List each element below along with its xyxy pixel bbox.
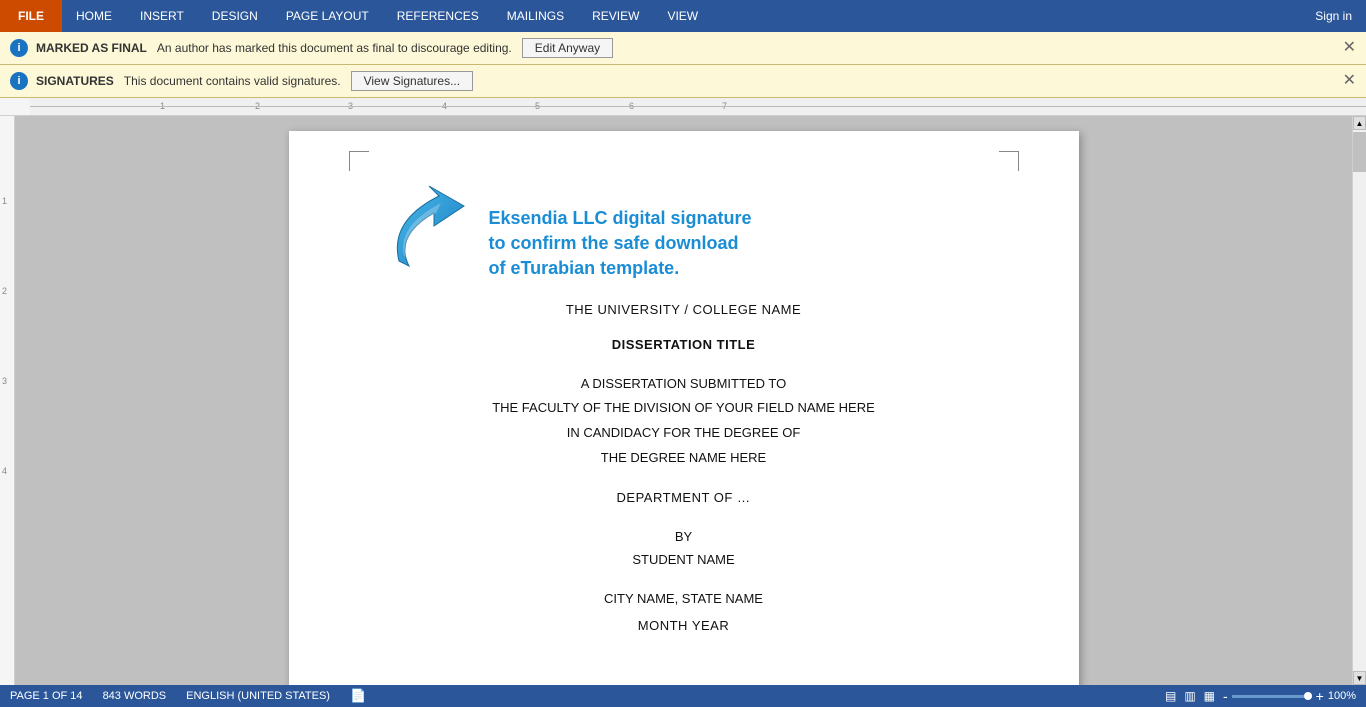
language: ENGLISH (UNITED STATES) xyxy=(186,690,330,702)
logo-line2: to confirm the safe download xyxy=(489,231,752,256)
tab-file[interactable]: FILE xyxy=(0,0,62,32)
signatures-bar: i SIGNATURES This document contains vali… xyxy=(0,65,1366,98)
zoom-minus-button[interactable]: - xyxy=(1223,688,1228,704)
zoom-control: - + 100% xyxy=(1223,688,1356,704)
signatures-label: SIGNATURES xyxy=(36,74,114,88)
document-icon: 📄 xyxy=(350,688,366,704)
department: DEPARTMENT OF … xyxy=(369,490,999,505)
marked-final-label: MARKED AS FINAL xyxy=(36,41,147,55)
university-name: THE UNIVERSITY / COLLEGE NAME xyxy=(369,302,999,317)
submitted-line4: THE DEGREE NAME HERE xyxy=(369,446,999,471)
close-signatures-bar-button[interactable]: ✕ xyxy=(1343,73,1356,89)
tab-review[interactable]: REVIEW xyxy=(578,0,653,32)
submitted-line2: THE FACULTY OF THE DIVISION OF YOUR FIEL… xyxy=(369,396,999,421)
zoom-percent: 100% xyxy=(1328,690,1356,702)
month-year: MONTH YEAR xyxy=(369,618,999,633)
signatures-text: This document contains valid signatures. xyxy=(124,74,341,88)
info-icon-sig: i xyxy=(10,72,28,90)
layout-icon1[interactable]: ▤ xyxy=(1165,689,1176,703)
city-state: CITY NAME, STATE NAME xyxy=(369,591,999,606)
content-area: Eksendia LLC digital signature to confir… xyxy=(15,116,1352,685)
tab-mailings[interactable]: MAILINGS xyxy=(493,0,578,32)
zoom-handle[interactable] xyxy=(1304,692,1312,700)
view-signatures-button[interactable]: View Signatures... xyxy=(351,71,474,91)
logo-line3: of eTurabian template. xyxy=(489,256,752,281)
info-icon-final: i xyxy=(10,39,28,57)
submitted-line3: IN CANDIDACY FOR THE DEGREE OF xyxy=(369,421,999,446)
ruler-inner: 1 2 3 4 5 6 7 xyxy=(30,98,1366,115)
doc-page: Eksendia LLC digital signature to confir… xyxy=(289,131,1079,685)
ribbon: FILE HOME INSERT DESIGN PAGE LAYOUT REFE… xyxy=(0,0,1366,32)
layout-icon3[interactable]: ▦ xyxy=(1204,689,1215,703)
status-bar: PAGE 1 OF 14 843 WORDS ENGLISH (UNITED S… xyxy=(0,685,1366,707)
eksendia-logo xyxy=(369,181,489,281)
tab-view[interactable]: VIEW xyxy=(653,0,712,32)
ruler: 1 2 3 4 5 6 7 xyxy=(0,98,1366,116)
zoom-plus-button[interactable]: + xyxy=(1316,688,1324,704)
logo-text-box: Eksendia LLC digital signature to confir… xyxy=(489,206,752,282)
status-right: ▤ ▥ ▦ - + 100% xyxy=(1165,688,1356,704)
student-name: STUDENT NAME xyxy=(369,552,999,567)
main-area: 1 2 3 4 xyxy=(0,116,1366,685)
tab-insert[interactable]: INSERT xyxy=(126,0,198,32)
sign-in-button[interactable]: Sign in xyxy=(1301,0,1366,32)
dissertation-title: DISSERTATION TITLE xyxy=(369,337,999,352)
marked-final-text: An author has marked this document as fi… xyxy=(157,41,512,55)
word-count: 843 WORDS xyxy=(103,690,167,702)
marked-final-bar: i MARKED AS FINAL An author has marked t… xyxy=(0,32,1366,65)
scroll-up-button[interactable]: ▲ xyxy=(1353,116,1366,130)
scrollbar-right: ▲ ▼ xyxy=(1352,116,1366,685)
scroll-down-button[interactable]: ▼ xyxy=(1353,671,1366,685)
page-count: PAGE 1 OF 14 xyxy=(10,690,83,702)
layout-icon2[interactable]: ▥ xyxy=(1184,689,1195,703)
corner-mark-tl xyxy=(349,151,369,171)
edit-anyway-button[interactable]: Edit Anyway xyxy=(522,38,613,58)
submitted-block: A DISSERTATION SUBMITTED TO THE FACULTY … xyxy=(369,372,999,471)
corner-mark-tr xyxy=(999,151,1019,171)
tab-page-layout[interactable]: PAGE LAYOUT xyxy=(272,0,383,32)
left-ruler: 1 2 3 4 xyxy=(0,116,15,685)
tab-home[interactable]: HOME xyxy=(62,0,126,32)
zoom-slider[interactable] xyxy=(1232,695,1312,698)
tab-bar: FILE HOME INSERT DESIGN PAGE LAYOUT REFE… xyxy=(0,0,1366,32)
close-final-bar-button[interactable]: ✕ xyxy=(1343,40,1356,56)
tab-design[interactable]: DESIGN xyxy=(198,0,272,32)
scrollbar-thumb[interactable] xyxy=(1353,132,1366,172)
by-label: BY xyxy=(369,529,999,544)
doc-logo-area: Eksendia LLC digital signature to confir… xyxy=(369,181,999,282)
tab-references[interactable]: REFERENCES xyxy=(383,0,493,32)
logo-line1: Eksendia LLC digital signature xyxy=(489,206,752,231)
submitted-line1: A DISSERTATION SUBMITTED TO xyxy=(369,372,999,397)
